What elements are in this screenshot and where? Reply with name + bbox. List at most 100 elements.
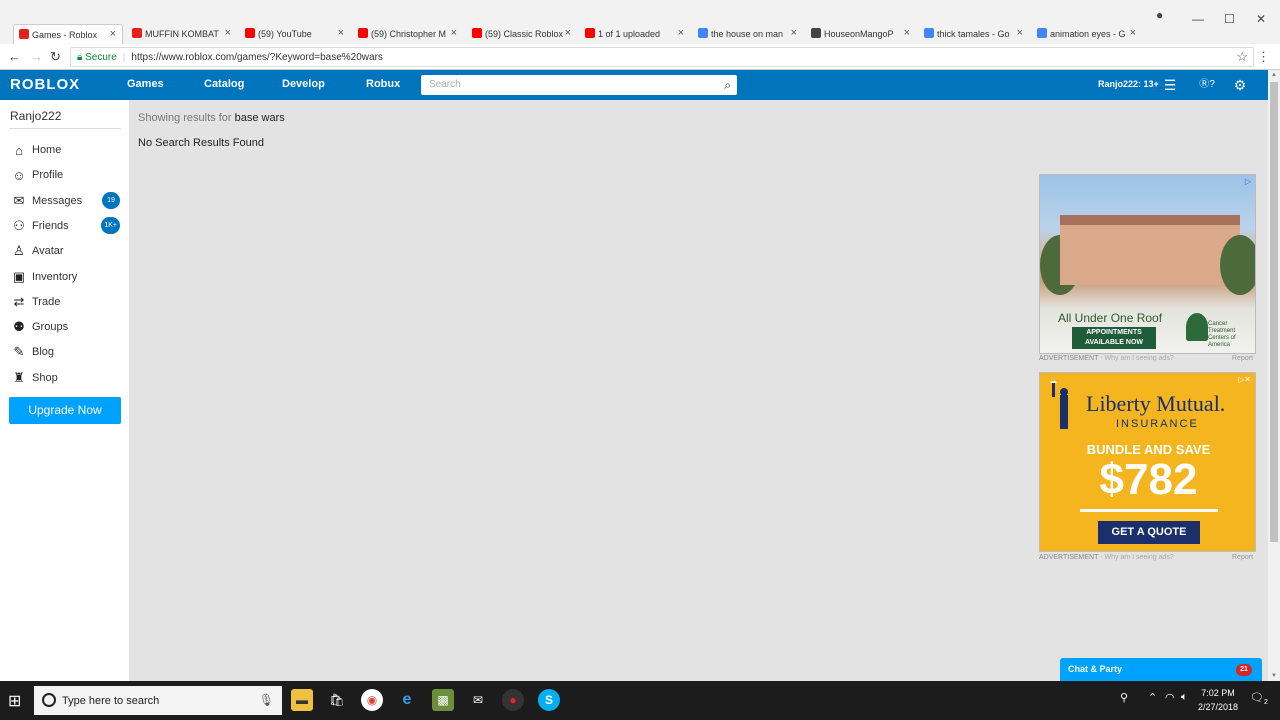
user-age-label[interactable]: Ranjo222: 13+ [1098, 79, 1159, 89]
tab-title: Games - Roblox [32, 29, 98, 40]
tab-title: thick tamales - Go [937, 29, 1010, 39]
roblox-logo[interactable]: ROBLOX [10, 76, 80, 93]
scroll-up-icon[interactable]: ▲ [1271, 72, 1277, 78]
messages-list-icon[interactable]: ☰ [1161, 76, 1179, 94]
reload-icon[interactable]: ↻ [50, 49, 61, 65]
minecraft-icon[interactable]: ▩ [432, 689, 454, 711]
sidebar-item-friends[interactable]: ⚇ Friends 1K+ [10, 216, 122, 236]
upgrade-now-button[interactable]: Upgrade Now [9, 397, 121, 424]
sidebar-item-groups[interactable]: ⚉ Groups [10, 317, 122, 337]
tab-close-icon[interactable]: × [1017, 27, 1023, 39]
ad2-meta: ADVERTISEMENT - Why am I seeing ads? [1039, 554, 1174, 561]
browser-tab[interactable]: animation eyes - G × [1032, 24, 1142, 44]
volume-icon[interactable]: 🔈︎ [1181, 691, 1188, 704]
browser-tab[interactable]: 1 of 1 uploaded × [580, 24, 690, 44]
separator: | [122, 51, 126, 63]
tray-chevron-icon[interactable]: ⌃ [1148, 691, 1157, 704]
ad1-report-link[interactable]: Report [1232, 355, 1253, 362]
nav-games[interactable]: Games [127, 78, 164, 90]
nav-robux[interactable]: Robux [366, 78, 400, 90]
sidebar-item-messages[interactable]: ✉ Messages 19 [10, 191, 122, 211]
tab-close-icon[interactable]: × [565, 27, 571, 39]
divider [1080, 509, 1218, 512]
close-window-icon[interactable]: ✕ [1256, 12, 1266, 26]
sidebar-username[interactable]: Ranjo222 [10, 109, 61, 123]
record-icon[interactable]: ● [502, 689, 524, 711]
sidebar-item-profile[interactable]: ☺ Profile [10, 165, 122, 185]
sidebar-item-shop[interactable]: ♜ Shop [10, 368, 122, 388]
ad-liberty-mutual[interactable]: ▷✕ Liberty Mutual. INSURANCE BUNDLE AND … [1039, 372, 1256, 552]
chat-label: Chat & Party [1068, 664, 1123, 674]
adchoices-icon[interactable]: ▷ [1245, 177, 1251, 186]
back-icon[interactable]: ← [8, 49, 21, 64]
sidebar-item-trade[interactable]: ⇄ Trade [10, 292, 122, 312]
chrome-icon[interactable]: ◉ [361, 689, 383, 711]
why-ads-link[interactable]: - Why am I seeing ads? [1100, 554, 1174, 561]
notification-center-icon[interactable]: 🗨︎2 [1250, 691, 1268, 706]
bookmark-star-icon[interactable]: ☆ [1236, 49, 1248, 65]
edge-icon[interactable]: e [396, 689, 418, 711]
chrome-menu-icon[interactable]: ⋮ [1257, 49, 1270, 65]
search-icon[interactable]: ⌕ [724, 78, 731, 93]
sidebar-item-avatar[interactable]: ♙ Avatar [10, 241, 122, 261]
taskbar-search-input[interactable]: Type here to search 🎙︎ [34, 686, 282, 715]
chat-party-bar[interactable]: Chat & Party 21 [1060, 658, 1262, 681]
forward-icon[interactable]: → [30, 49, 43, 64]
chat-badge: 21 [1236, 664, 1252, 676]
ad1-headline: All Under One Roof [1058, 311, 1163, 325]
browser-tab[interactable]: (59) Christopher M × [353, 24, 463, 44]
microphone-icon[interactable]: 🎙︎ [259, 693, 274, 707]
scroll-thumb[interactable] [1270, 82, 1278, 542]
sidebar-item-inventory[interactable]: ▣ Inventory [10, 267, 122, 287]
ad2-get-quote-button[interactable]: GET A QUOTE [1098, 521, 1200, 544]
windows-start-icon[interactable]: ⊞ [8, 691, 21, 711]
ad1-cta-button[interactable]: APPOINTMENTS AVAILABLE NOW [1072, 327, 1156, 349]
tab-favicon-icon [358, 28, 368, 38]
ad2-report-link[interactable]: Report [1232, 554, 1253, 561]
skype-icon[interactable]: S [538, 689, 560, 711]
search-input[interactable]: Search ⌕ [421, 75, 737, 95]
statue-of-liberty-icon [1050, 381, 1068, 429]
tab-title: 1 of 1 uploaded [598, 29, 661, 39]
browser-tab[interactable]: (59) YouTube × [240, 24, 350, 44]
file-explorer-icon[interactable]: ▬ [291, 689, 313, 711]
browser-tab[interactable]: Games - Roblox × [13, 24, 123, 44]
tab-close-icon[interactable]: × [338, 27, 344, 39]
clock-date: 2/27/2018 [1198, 702, 1239, 712]
scroll-down-icon[interactable]: ▼ [1271, 673, 1277, 679]
why-ads-link[interactable]: - Why am I seeing ads? [1100, 355, 1174, 362]
sidebar-item-blog[interactable]: ✎ Blog [10, 342, 122, 362]
tab-close-icon[interactable]: × [110, 28, 116, 40]
no-results-message: No Search Results Found [138, 137, 264, 149]
browser-tab[interactable]: (59) Classic Roblox × [467, 24, 577, 44]
settings-gear-icon[interactable]: ⚙ [1231, 76, 1249, 94]
wifi-icon[interactable]: ◠ [1165, 691, 1175, 704]
store-icon[interactable]: 🛍︎ [326, 689, 348, 711]
maximize-icon[interactable]: ☐ [1224, 12, 1235, 26]
browser-tab[interactable]: HouseonMangoP × [806, 24, 916, 44]
tab-close-icon[interactable]: × [791, 27, 797, 39]
browser-tab[interactable]: thick tamales - Go × [919, 24, 1029, 44]
page-scrollbar[interactable]: ▲ ▼ [1268, 70, 1280, 681]
ad-label: ADVERTISEMENT [1039, 554, 1099, 561]
robux-icon[interactable]: Ⓡ? [1194, 76, 1220, 94]
tab-close-icon[interactable]: × [225, 27, 231, 39]
sidebar-item-home[interactable]: ⌂ Home [10, 140, 122, 160]
nav-catalog[interactable]: Catalog [204, 78, 244, 90]
ad-cancer-treatment[interactable]: ▷ All Under One Roof APPOINTMENTS AVAILA… [1039, 174, 1256, 354]
browser-tab[interactable]: MUFFIN KOMBAT × [127, 24, 237, 44]
tab-title: (59) Christopher M [371, 29, 447, 39]
profile-icon[interactable]: ● [1156, 8, 1163, 22]
tab-close-icon[interactable]: × [1130, 27, 1136, 39]
tab-close-icon[interactable]: × [451, 27, 457, 39]
tab-close-icon[interactable]: × [904, 27, 910, 39]
people-icon[interactable]: ⚲ [1120, 691, 1128, 704]
nav-develop[interactable]: Develop [282, 78, 325, 90]
omnibox[interactable]: 🔒︎ Secure | https://www.roblox.com/games… [70, 47, 1254, 67]
adchoices-close-icon[interactable]: ▷✕ [1238, 375, 1251, 384]
tab-close-icon[interactable]: × [678, 27, 684, 39]
minimize-icon[interactable]: — [1192, 12, 1204, 26]
browser-tab[interactable]: the house on man × [693, 24, 803, 44]
taskbar-clock[interactable]: 7:02 PM 2/27/2018 [1198, 686, 1238, 714]
mail-icon[interactable]: ✉ [467, 689, 489, 711]
